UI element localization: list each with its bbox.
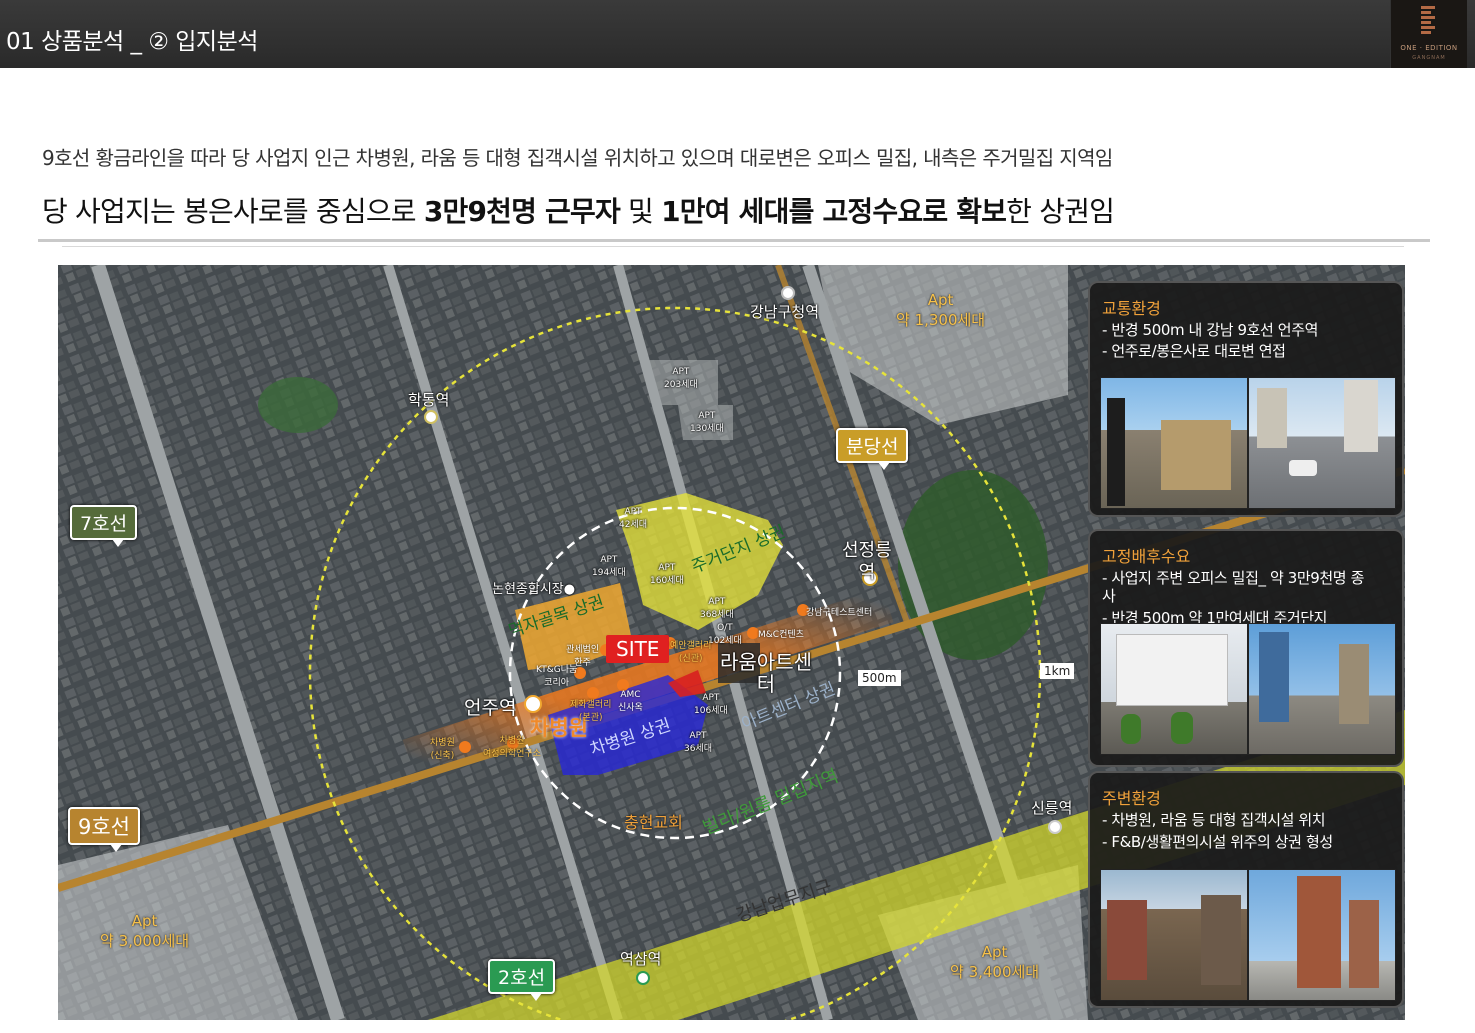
- yesan-label: 예안갤러리 (신관): [670, 641, 712, 664]
- station-sinnonhyeon: 신릉역: [1031, 799, 1073, 817]
- logo-name: ONE · EDITION: [1400, 44, 1458, 52]
- building-icon: [1259, 632, 1289, 722]
- panel-demand-line1: - 사업지 주변 오피스 밀집_ 약 3만9천명 종: [1102, 569, 1364, 587]
- line9-tag: 9호선: [68, 807, 141, 852]
- station-seonjeongneung: 선정릉 역: [842, 540, 892, 583]
- nonhyeon-market: 논현종합시장●: [492, 582, 576, 597]
- line7-tag: 7호선: [70, 505, 138, 547]
- panel-environment: 주변환경 - 차병원, 라움 등 대형 집객시설 위치 - F&B/생활편의시설…: [1088, 771, 1404, 1008]
- description-line1: 9호선 황금라인을 따라 당 사업지 인근 차병원, 라움 등 대형 집객시설 …: [42, 146, 1113, 170]
- gwanse-label: 관세법인 한주: [566, 645, 600, 668]
- bundang-tag: 분당선: [836, 428, 909, 470]
- gangnamgu-office-label: 강남구테스트센터: [806, 608, 873, 618]
- apt-194: APT 194세대: [592, 555, 626, 578]
- building-icon: [1107, 900, 1147, 980]
- tree-icon: [1171, 712, 1193, 744]
- photo-alley: [1100, 869, 1248, 1001]
- apt-130: APT 130세대: [690, 411, 724, 434]
- station-gangnamgu: 강남구청역: [750, 303, 820, 321]
- apt-160: APT 160세대: [650, 563, 684, 586]
- panel-demand: 고정배후수요 - 사업지 주변 오피스 밀집_ 약 3만9천명 종 사 - 반경…: [1088, 529, 1404, 767]
- amc-label: AMC 신사옥: [618, 690, 643, 713]
- photo-eonju-station: [1100, 377, 1248, 509]
- divider: [38, 239, 1430, 242]
- photo-office-street: [1248, 623, 1396, 755]
- tree-icon: [1121, 714, 1141, 744]
- hospital-research-label: 차병원 여성의학연구소: [483, 736, 541, 759]
- building-icon: [1339, 644, 1369, 724]
- panel-demand-line2: 사: [1102, 587, 1116, 605]
- location-map: 강남구청역 학동역 선정릉 역 언주역 신릉역 역삼역 7호선 9호선 2호선 …: [58, 265, 1405, 1020]
- brand-logo: ONE · EDITION GANGNAM: [1390, 0, 1467, 68]
- building-icon: [1349, 900, 1379, 988]
- jehwa-label: 제화갤러리 (본관): [570, 700, 612, 723]
- building-icon: [1297, 876, 1341, 988]
- logo-mark-icon: [1421, 6, 1435, 40]
- panel-traffic: 교통환경 - 반경 500m 내 강남 9호선 언주역 - 언주로/봉은사로 대…: [1088, 281, 1404, 517]
- panel-traffic-head: 교통환경: [1102, 299, 1161, 318]
- radius-1km: 1km: [1040, 663, 1075, 679]
- chunghyeon-church: 충현교회: [624, 813, 683, 832]
- ot-102: O/T 102세대: [708, 623, 742, 646]
- photo-cha-hospital: [1100, 623, 1248, 755]
- car-icon: [1289, 460, 1317, 476]
- panel-environment-line2: - F&B/생활편의시설 위주의 상권 형성: [1102, 833, 1333, 851]
- apt-106: APT 106세대: [694, 693, 728, 716]
- apt-southeast: Apt 약 3,400세대: [950, 943, 1040, 981]
- panel-environment-head: 주변환경: [1102, 789, 1161, 808]
- building-icon: [1257, 388, 1287, 448]
- apt-southwest: Apt 약 3,000세대: [100, 912, 190, 950]
- panel-traffic-line2: - 언주로/봉은사로 대로변 연접: [1102, 342, 1286, 360]
- station-eonju: 언주역: [464, 697, 517, 719]
- panel-environment-line1: - 차병원, 라움 등 대형 집객시설 위치: [1102, 811, 1326, 829]
- panel-demand-head: 고정배후수요: [1102, 547, 1191, 566]
- apt-42: APT 42세대: [619, 507, 648, 530]
- photo-raum-tower: [1248, 869, 1396, 1001]
- station-yeoksam: 역삼역: [620, 950, 662, 968]
- hospital-new-label: 차병원 (신축): [430, 738, 455, 761]
- panel-traffic-line1: - 반경 500m 내 강남 9호선 언주역: [1102, 321, 1319, 339]
- radius-500m: 500m: [858, 670, 901, 686]
- apt-368: APT 368세대: [700, 597, 734, 620]
- building-icon: [1161, 420, 1231, 490]
- apt-north: Apt 약 1,300세대: [896, 291, 986, 329]
- header-bar: 01 상품분석 _ ② 입지분석 ONE · EDITION GANGNAM: [0, 0, 1475, 68]
- apt-203: APT 203세대: [664, 367, 698, 390]
- logo-sub: GANGNAM: [1412, 55, 1446, 61]
- description-line2: 당 사업지는 봉은사로를 중심으로 3만9천명 근무자 및 1만여 세대를 고정…: [42, 195, 1115, 228]
- site-marker: SITE: [606, 635, 670, 663]
- apt-36: APT 36세대: [684, 731, 713, 754]
- building-icon: [1344, 380, 1378, 452]
- photo-street: [1248, 377, 1396, 509]
- station-sign-icon: [1107, 398, 1125, 506]
- page-title: 01 상품분석 _ ② 입지분석: [6, 29, 258, 55]
- divider-thin: [62, 246, 1404, 247]
- raum-label: 라움아트센 터: [720, 650, 812, 696]
- building-icon: [1201, 895, 1241, 985]
- line2-tag: 2호선: [488, 959, 556, 1001]
- building-icon: [1116, 634, 1228, 706]
- station-hakdong: 학동역: [408, 391, 450, 409]
- mic-label: M&C컨텐츠: [758, 630, 804, 640]
